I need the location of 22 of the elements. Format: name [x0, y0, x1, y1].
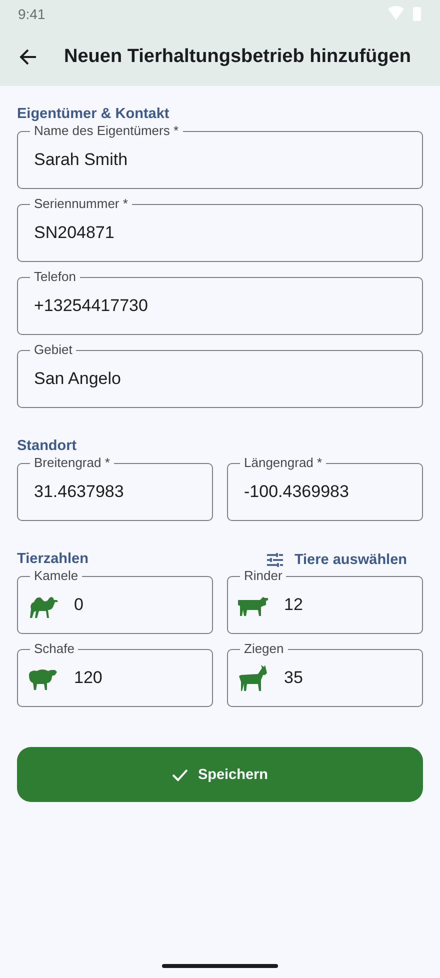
field-label: Ziegen [240, 642, 288, 656]
check-icon [172, 768, 188, 782]
field-label: Schafe [30, 642, 78, 656]
page-title: Neuen Tierhaltungsbetrieb hinzufügen [64, 46, 411, 68]
section-title: Standort [17, 438, 77, 454]
select-animals-link[interactable]: Tiere auswählen [266, 552, 407, 568]
field-label: Name des Eigentümers * [30, 124, 183, 138]
arrow-left-icon [18, 47, 38, 67]
section-title: Tierzahlen [17, 551, 88, 567]
field-label: Kamele [30, 569, 82, 583]
section-title: Eigentümer & Kontakt [17, 106, 170, 122]
goat-icon [236, 664, 270, 692]
field-label: Seriennummer * [30, 197, 132, 211]
field-label: Längengrad * [240, 456, 326, 470]
field-label: Rinder [240, 569, 286, 583]
status-time: 9:41 [18, 6, 46, 22]
field-label: Breitengrad * [30, 456, 114, 470]
tune-icon [266, 552, 284, 568]
save-button[interactable]: Speichern [17, 747, 423, 802]
field-label: Gebiet [30, 343, 76, 357]
field-label: Telefon [30, 270, 80, 284]
status-icons [388, 6, 422, 22]
